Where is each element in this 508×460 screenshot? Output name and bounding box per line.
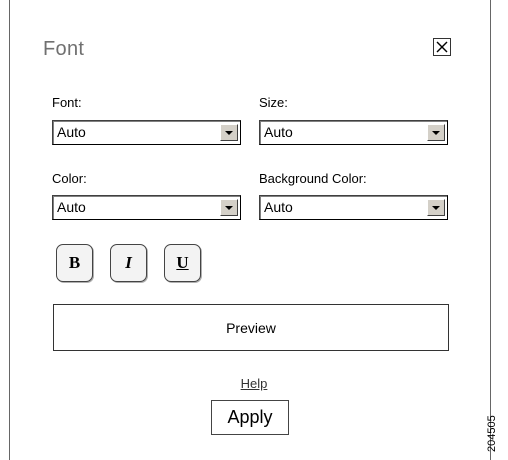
- dialog-title: Font: [43, 38, 85, 60]
- underline-button[interactable]: U: [164, 244, 201, 282]
- color-label: Color:: [52, 171, 87, 186]
- chevron-down-icon: [432, 130, 440, 135]
- chevron-down-icon: [225, 205, 233, 210]
- color-select[interactable]: Auto: [52, 195, 241, 220]
- background-color-select[interactable]: Auto: [259, 195, 448, 220]
- font-select[interactable]: Auto: [52, 120, 241, 145]
- italic-button[interactable]: I: [110, 244, 147, 282]
- size-dropdown-button[interactable]: [427, 124, 445, 141]
- size-select[interactable]: Auto: [259, 120, 448, 145]
- size-label: Size:: [259, 95, 288, 110]
- color-select-value: Auto: [57, 199, 86, 215]
- apply-label: Apply: [227, 407, 273, 427]
- page: Font Font: Auto Size: Auto Color: Auto B…: [0, 0, 508, 460]
- preview-button[interactable]: Preview: [53, 304, 449, 351]
- color-dropdown-button[interactable]: [220, 199, 238, 216]
- size-select-value: Auto: [264, 124, 293, 140]
- preview-label: Preview: [226, 319, 276, 336]
- apply-button[interactable]: Apply: [211, 400, 289, 435]
- close-button[interactable]: [433, 38, 451, 56]
- italic-icon: I: [125, 253, 132, 272]
- background-color-label: Background Color:: [259, 171, 367, 186]
- close-x-icon: [436, 41, 448, 53]
- font-label: Font:: [52, 95, 82, 110]
- background-color-dropdown-button[interactable]: [427, 199, 445, 216]
- font-select-value: Auto: [57, 124, 86, 140]
- font-dropdown-button[interactable]: [220, 124, 238, 141]
- underline-icon: U: [176, 253, 189, 272]
- help-link[interactable]: Help: [241, 376, 268, 391]
- bold-icon: B: [68, 253, 81, 272]
- background-color-select-value: Auto: [264, 199, 293, 215]
- chevron-down-icon: [225, 130, 233, 135]
- help-link-row: Help: [0, 376, 508, 391]
- bold-button[interactable]: B: [56, 244, 93, 282]
- chevron-down-icon: [432, 205, 440, 210]
- font-dialog: [9, 0, 491, 460]
- figure-id-label: 204505: [486, 415, 498, 452]
